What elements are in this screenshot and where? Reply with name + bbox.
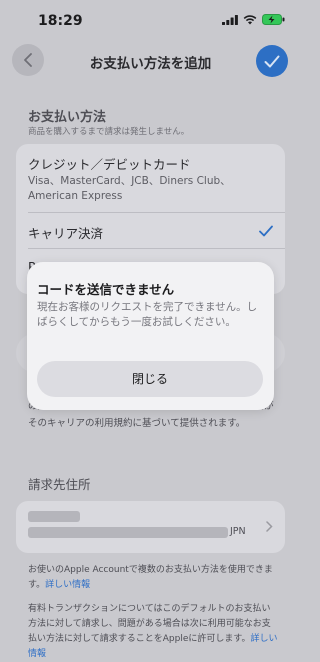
option-credit-card[interactable]: クレジット／デビットカード Visa、MasterCard、JCB、Diners… (16, 144, 285, 212)
address-country: JPN (230, 526, 246, 537)
billing-address-row[interactable]: JPN (16, 501, 285, 553)
payment-section-note: 商品を購入するまで請求は発生しません。 (28, 127, 190, 137)
payment-section-title: お支払い方法 (28, 110, 107, 125)
option-title: キャリア決済 (28, 226, 104, 241)
dialog-message: 現在お客様のリクエストを完了できません。しばらくしてからもう一度お試しください。 (37, 301, 258, 328)
close-button[interactable]: 閉じる (37, 361, 263, 397)
option-carrier-billing[interactable]: キャリア決済 (16, 213, 285, 248)
error-dialog: コードを送信できません 現在お客様のリクエストを完了できません。しばらくしてから… (27, 262, 274, 410)
billing-address-title: 請求先住所 (28, 477, 91, 492)
footer-text: 有料トランザクションについてはこのデフォルトのお支払い方法に対して請求し、問題が… (28, 604, 271, 644)
status-time: 18:29 (38, 13, 83, 29)
cellular-signal-icon (222, 14, 238, 25)
selected-checkmark-icon (259, 225, 273, 237)
wifi-icon (243, 14, 257, 24)
footer-multiple-methods: お使いのApple Accountで複数のお支払い方法を使用できます。詳しい情報 (28, 563, 278, 593)
battery-charging-icon (262, 14, 285, 25)
learn-more-link[interactable]: 詳しい情報 (45, 580, 90, 590)
footer-default-method: 有料トランザクションについてはこのデフォルトのお支払い方法に対して請求し、問題が… (28, 602, 278, 662)
redacted-name (28, 511, 80, 522)
done-button[interactable] (256, 45, 288, 77)
checkmark-icon (264, 55, 280, 67)
option-subtitle: Visa、MasterCard、JCB、Diners Club、American… (28, 175, 231, 202)
option-title: クレジット／デビットカード (28, 157, 191, 172)
dialog-title: コードを送信できません (37, 282, 175, 297)
status-icons (222, 14, 285, 25)
redacted-address (28, 527, 228, 538)
chevron-right-icon (266, 521, 273, 532)
